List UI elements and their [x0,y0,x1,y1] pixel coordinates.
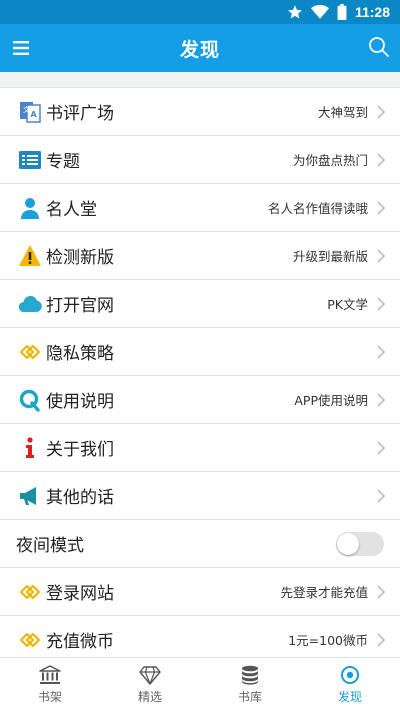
link-icon [18,628,42,652]
row-check-update[interactable]: 检测新版 升级到最新版 [0,232,400,280]
chevron-right-icon [377,200,386,215]
row-night-mode: 夜间模式 [0,520,400,568]
info-icon [18,436,42,460]
warning-icon [18,244,42,268]
tab-label: 书库 [237,689,262,704]
page-title: 发现 [179,38,220,61]
chevron-right-icon [377,104,386,119]
row-hint: 大神驾到 [317,105,368,120]
row-label: 关于我们 [46,440,114,460]
tab-label: 精选 [137,689,162,704]
row-privacy-policy[interactable]: 隐私策略 [0,328,400,376]
row-login-website[interactable]: 登录网站 先登录才能充值 [0,568,400,616]
wifi-icon [310,4,329,19]
chevron-right-icon [377,296,386,311]
row-hint: 为你盘点热门 [292,153,368,168]
chevron-right-icon [377,584,386,599]
row-label: 登录网站 [46,584,114,604]
row-label: 专题 [46,152,80,172]
tab-bookshelf[interactable]: 书架 [0,658,100,711]
toggle-knob [337,532,359,555]
svg-text:A: A [31,110,38,119]
menu-icon[interactable] [12,39,30,57]
target-icon [341,665,359,684]
tab-featured[interactable]: 精选 [100,658,200,711]
row-hint: PK文学 [327,297,368,312]
status-time: 11:28 [354,4,390,20]
app-bar: 发现 [0,24,400,72]
q-icon [18,388,42,412]
bottom-nav: 书架 精选 书库 发现 [0,657,400,711]
chevron-right-icon [377,440,386,455]
chevron-right-icon [377,488,386,503]
status-bar: 11:28 [0,0,400,24]
chevron-right-icon [377,152,386,167]
row-label: 书评广场 [46,104,114,124]
svg-text:文: 文 [23,105,30,114]
row-topics[interactable]: 专题 为你盘点热门 [0,136,400,184]
chevron-right-icon [377,392,386,407]
translate-icon: 文 A [18,100,42,124]
megaphone-icon [18,484,42,508]
discover-list: 文 A 书评广场 大神驾到 专题 为你盘点热门 名人堂 名人名作值得读哦 检测新… [0,88,400,664]
row-label: 检测新版 [46,248,114,268]
row-label: 隐私策略 [46,344,114,364]
row-book-review[interactable]: 文 A 书评广场 大神驾到 [0,88,400,136]
tab-label: 发现 [337,689,362,704]
chevron-right-icon [377,248,386,263]
database-icon [242,665,258,685]
row-label: 充值微币 [46,632,114,652]
person-icon [18,196,42,220]
list-icon [18,148,42,172]
row-open-website[interactable]: 打开官网 PK文学 [0,280,400,328]
link-icon [18,340,42,364]
row-about-us[interactable]: 关于我们 [0,424,400,472]
section-divider [0,72,400,88]
row-hint: 升级到最新版 [292,249,368,264]
row-label: 其他的话 [46,488,114,508]
row-hint: 1元=100微币 [288,633,368,648]
cloud-icon [18,292,42,316]
bank-icon [39,664,61,684]
chevron-right-icon [377,344,386,359]
tab-label: 书架 [37,689,62,704]
row-hint: 名人名作值得读哦 [267,201,368,216]
battery-icon [337,4,347,20]
row-hint: APP使用说明 [294,393,368,408]
chevron-right-icon [377,632,386,647]
night-mode-toggle[interactable] [336,531,384,556]
night-mode-label: 夜间模式 [16,536,84,556]
row-label: 名人堂 [46,200,97,220]
link-icon [18,580,42,604]
tab-discover[interactable]: 发现 [300,658,400,711]
row-user-guide[interactable]: 使用说明 APP使用说明 [0,376,400,424]
row-label: 使用说明 [46,392,114,412]
star-icon [288,5,302,19]
row-hall-of-fame[interactable]: 名人堂 名人名作值得读哦 [0,184,400,232]
row-hint: 先登录才能充值 [280,585,368,600]
row-other-words[interactable]: 其他的话 [0,472,400,520]
tab-library[interactable]: 书库 [200,658,300,711]
search-icon[interactable] [368,36,390,58]
diamond-icon [139,665,161,685]
row-label: 打开官网 [46,296,114,316]
